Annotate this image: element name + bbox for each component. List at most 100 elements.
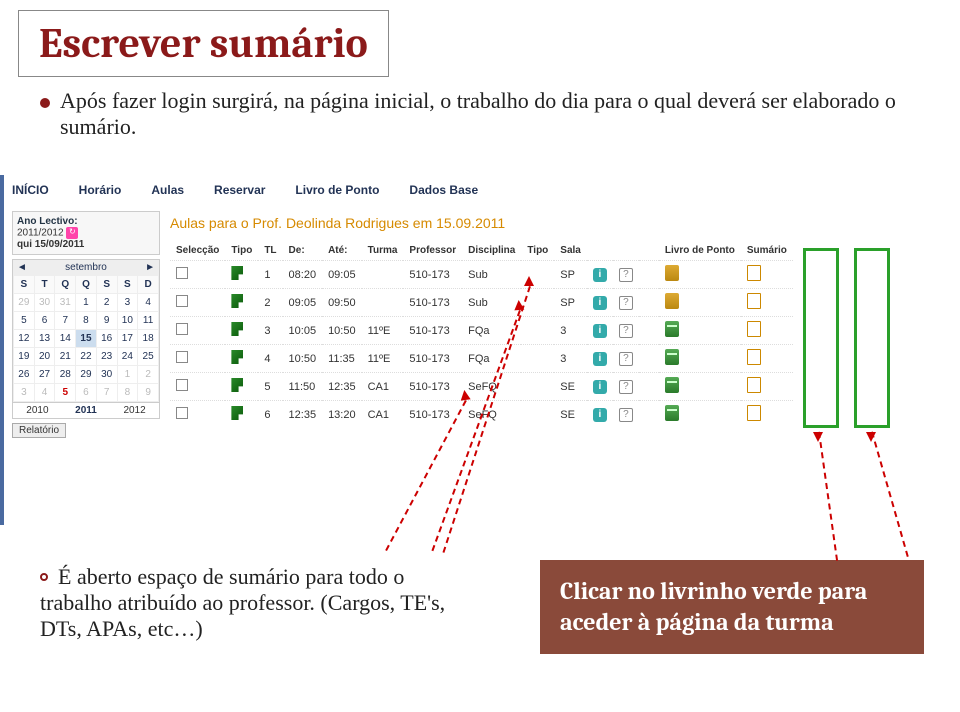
cal-prev-icon[interactable]: ◄ [17, 262, 27, 273]
book-icon[interactable] [665, 265, 679, 281]
table-row: 209:0509:50510-173SubSPi? [170, 289, 793, 317]
info-icon[interactable]: i [593, 296, 607, 310]
cal-dow: Q [55, 276, 76, 294]
info-icon[interactable]: i [593, 324, 607, 338]
refresh-icon[interactable]: ↻ [66, 227, 78, 239]
cal-day[interactable]: 18 [138, 330, 159, 348]
cal-day[interactable]: 25 [138, 348, 159, 366]
cell-tipo [521, 401, 554, 429]
checkbox[interactable] [176, 323, 188, 335]
help-icon[interactable]: ? [619, 408, 633, 422]
cal-day[interactable]: 4 [34, 384, 55, 402]
info-icon[interactable]: i [593, 268, 607, 282]
summary-icon[interactable] [747, 349, 761, 365]
summary-icon[interactable] [747, 265, 761, 281]
cal-day[interactable]: 1 [76, 294, 97, 312]
info-icon[interactable]: i [593, 352, 607, 366]
cal-day[interactable]: 8 [117, 384, 138, 402]
tab-aulas[interactable]: Aulas [151, 183, 184, 197]
cal-day[interactable]: 6 [76, 384, 97, 402]
cal-day[interactable]: 28 [55, 366, 76, 384]
book-icon[interactable] [665, 321, 679, 337]
cal-day[interactable]: 15 [76, 330, 97, 348]
cal-day[interactable]: 26 [14, 366, 35, 384]
book-icon[interactable] [665, 293, 679, 309]
cal-day[interactable]: 8 [76, 312, 97, 330]
cal-day[interactable]: 2 [96, 294, 117, 312]
cal-day[interactable]: 1 [117, 366, 138, 384]
book-icon[interactable] [665, 405, 679, 421]
cal-day[interactable]: 2 [138, 366, 159, 384]
tab-início[interactable]: INÍCIO [12, 183, 49, 197]
book-icon[interactable] [665, 349, 679, 365]
checkbox[interactable] [176, 379, 188, 391]
cal-day[interactable]: 13 [34, 330, 55, 348]
cal-day[interactable]: 30 [34, 294, 55, 312]
col-header: Até: [322, 241, 362, 261]
checkbox[interactable] [176, 267, 188, 279]
summary-icon[interactable] [747, 405, 761, 421]
summary-icon[interactable] [747, 293, 761, 309]
calendar[interactable]: ◄ setembro ► STQQSSD29303112345678910111… [12, 259, 160, 419]
cell-turma [362, 289, 404, 317]
cal-day[interactable]: 24 [117, 348, 138, 366]
cal-year[interactable]: 2011 [75, 405, 97, 416]
tab-reservar[interactable]: Reservar [214, 183, 265, 197]
cal-day[interactable]: 5 [14, 312, 35, 330]
cal-day[interactable]: 31 [55, 294, 76, 312]
cal-day[interactable]: 6 [34, 312, 55, 330]
col-header: Sala [554, 241, 587, 261]
cal-day[interactable]: 3 [117, 294, 138, 312]
checkbox[interactable] [176, 295, 188, 307]
book-icon[interactable] [665, 377, 679, 393]
info-icon[interactable]: i [593, 380, 607, 394]
school-year-box: Ano Lectivo: 2011/2012 ↻ qui 15/09/2011 [12, 211, 160, 255]
tab-horário[interactable]: Horário [79, 183, 122, 197]
body-paragraph: Após fazer login surgirá, na página inic… [40, 88, 920, 140]
cell-sala: SE [554, 373, 587, 401]
help-icon[interactable]: ? [619, 352, 633, 366]
cal-next-icon[interactable]: ► [145, 262, 155, 273]
cal-day[interactable]: 20 [34, 348, 55, 366]
cal-day[interactable]: 5 [55, 384, 76, 402]
cal-day[interactable]: 19 [14, 348, 35, 366]
cal-day[interactable]: 29 [76, 366, 97, 384]
cell-ate: 12:35 [322, 373, 362, 401]
cal-day[interactable]: 11 [138, 312, 159, 330]
cal-year[interactable]: 2012 [123, 405, 145, 416]
cal-day[interactable]: 29 [14, 294, 35, 312]
cal-year[interactable]: 2010 [26, 405, 48, 416]
help-icon[interactable]: ? [619, 268, 633, 282]
tab-livro-de-ponto[interactable]: Livro de Ponto [295, 183, 379, 197]
cal-day[interactable]: 12 [14, 330, 35, 348]
cal-day[interactable]: 14 [55, 330, 76, 348]
summary-icon[interactable] [747, 321, 761, 337]
cal-day[interactable]: 7 [55, 312, 76, 330]
cal-day[interactable]: 17 [117, 330, 138, 348]
cal-day[interactable]: 23 [96, 348, 117, 366]
cal-day[interactable]: 9 [96, 312, 117, 330]
cal-day[interactable]: 7 [96, 384, 117, 402]
col-header: Disciplina [462, 241, 521, 261]
cal-day[interactable]: 22 [76, 348, 97, 366]
cal-day[interactable]: 3 [14, 384, 35, 402]
cell-tl: 6 [258, 401, 282, 429]
cell-sala: 3 [554, 317, 587, 345]
info-icon[interactable]: i [593, 408, 607, 422]
checkbox[interactable] [176, 407, 188, 419]
cell-tipo [521, 345, 554, 373]
help-icon[interactable]: ? [619, 380, 633, 394]
cal-day[interactable]: 9 [138, 384, 159, 402]
cal-day[interactable]: 4 [138, 294, 159, 312]
cal-day[interactable]: 10 [117, 312, 138, 330]
cal-day[interactable]: 30 [96, 366, 117, 384]
summary-icon[interactable] [747, 377, 761, 393]
cal-day[interactable]: 27 [34, 366, 55, 384]
help-icon[interactable]: ? [619, 324, 633, 338]
cal-day[interactable]: 21 [55, 348, 76, 366]
tab-dados-base[interactable]: Dados Base [409, 183, 478, 197]
relatorio-button[interactable]: Relatório [12, 423, 66, 438]
cal-day[interactable]: 16 [96, 330, 117, 348]
checkbox[interactable] [176, 351, 188, 363]
help-icon[interactable]: ? [619, 296, 633, 310]
